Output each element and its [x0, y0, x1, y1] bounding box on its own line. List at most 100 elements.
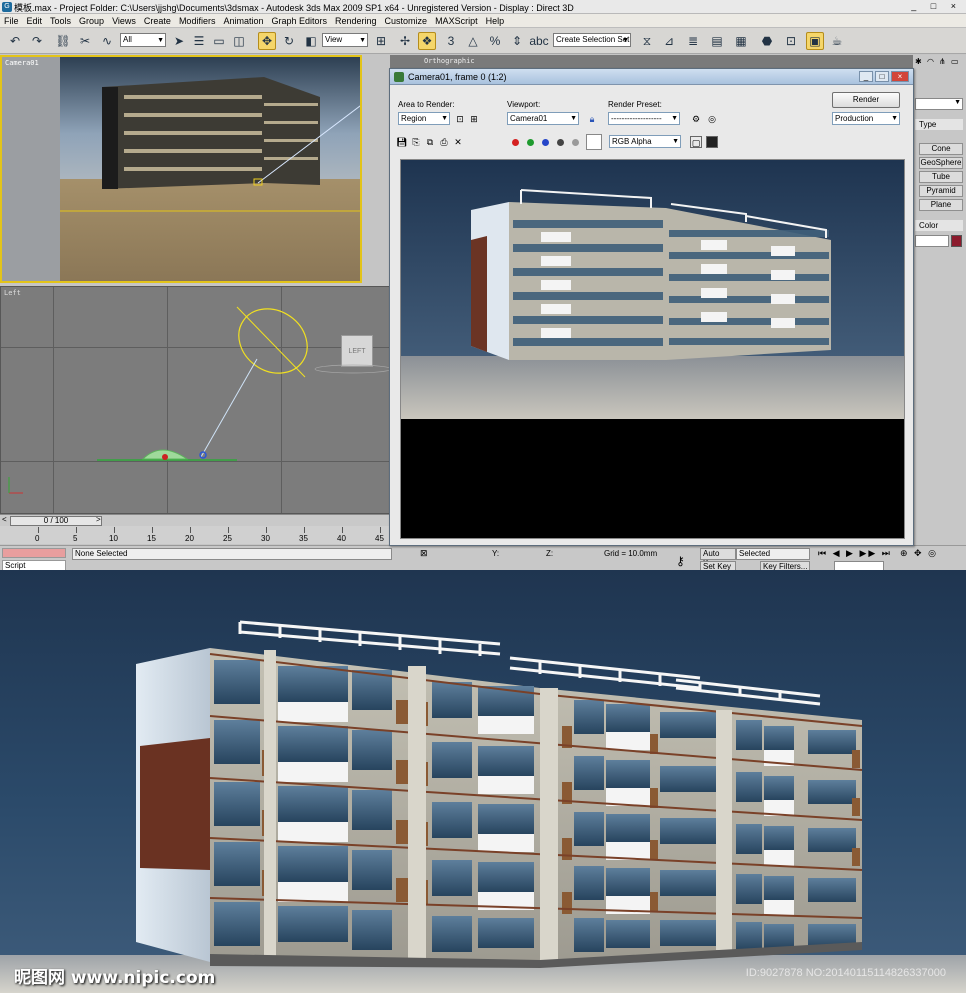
bind-spacewarp-icon[interactable]: ∿: [98, 32, 116, 50]
mirror-icon[interactable]: ⧖: [638, 32, 656, 50]
percent-snap-icon[interactable]: %: [486, 32, 504, 50]
time-slider[interactable]: 0 / 100: [10, 516, 102, 526]
render-setup-icon[interactable]: ⚙: [690, 113, 702, 125]
unlink-icon[interactable]: ✂: [76, 32, 94, 50]
color-swatch[interactable]: [586, 134, 602, 150]
render-button[interactable]: Render: [832, 92, 900, 108]
geosphere-button[interactable]: GeoSphere: [919, 157, 963, 169]
display-channel-dropdown[interactable]: RGB Alpha ▼: [609, 135, 681, 148]
render-window-titlebar[interactable]: Camera01, frame 0 (1:2) _ □ ×: [390, 69, 913, 85]
close-icon[interactable]: ×: [891, 71, 909, 82]
lock-viewport-icon[interactable]: 🔒︎: [586, 113, 598, 125]
toggle-ui-overlay-icon[interactable]: ▢: [690, 136, 702, 148]
key-mode-dropdown[interactable]: Selected: [736, 548, 810, 560]
key-filters-button[interactable]: Key Filters...: [760, 561, 810, 570]
window-controls[interactable]: _ □ ×: [911, 1, 962, 11]
orthographic-viewport-header[interactable]: Orthographic: [390, 55, 913, 69]
cone-button[interactable]: Cone: [919, 143, 963, 155]
modify-tab-icon[interactable]: ◠: [927, 57, 937, 67]
minimize-icon[interactable]: _: [859, 71, 873, 82]
lock-selection-icon[interactable]: ⊠: [420, 548, 428, 559]
rendered-frame-window-icon[interactable]: ▣: [806, 32, 824, 50]
camera-viewport-label[interactable]: Camera01: [5, 59, 39, 67]
monochrome-icon[interactable]: [572, 139, 579, 146]
menu-edit[interactable]: Edit: [23, 14, 47, 28]
menu-tools[interactable]: Tools: [46, 14, 75, 28]
primitive-type-dropdown[interactable]: ▼: [915, 98, 963, 110]
named-selection-dropdown[interactable]: Create Selection Set ▼: [553, 33, 631, 47]
menu-customize[interactable]: Customize: [381, 14, 432, 28]
menu-maxscript[interactable]: MAXScript: [431, 14, 482, 28]
keyboard-shortcut-icon[interactable]: ❖: [418, 32, 436, 50]
angle-snap-icon[interactable]: △: [464, 32, 482, 50]
left-viewport[interactable]: LEFT Left: [0, 286, 390, 514]
orthographic-viewport-label[interactable]: Orthographic: [424, 57, 475, 65]
save-image-icon[interactable]: 💾︎: [396, 136, 408, 148]
render-preset-dropdown[interactable]: ------------------- ▼: [608, 112, 680, 125]
object-type-rollout[interactable]: Type: [915, 119, 963, 130]
track-bar[interactable]: 0 5 10 15 20 25 30 35 40 45: [0, 526, 400, 544]
select-move-icon[interactable]: ✥: [258, 32, 276, 50]
material-editor-icon[interactable]: ⬣: [758, 32, 776, 50]
edit-region-icon[interactable]: ⊡: [454, 113, 466, 125]
reference-coord-dropdown[interactable]: View ▼: [322, 33, 368, 47]
select-scale-icon[interactable]: ◧: [302, 32, 320, 50]
camera-viewport[interactable]: Camera01: [0, 55, 362, 283]
time-next-icon[interactable]: >: [96, 515, 101, 524]
current-frame-field[interactable]: [834, 561, 884, 570]
create-tab-icon[interactable]: ✱: [915, 57, 925, 67]
key-icon[interactable]: ⚷: [676, 554, 685, 568]
time-prev-icon[interactable]: <: [2, 515, 7, 524]
set-key-button[interactable]: Set Key: [700, 561, 736, 570]
render-setup-icon[interactable]: ⊡: [782, 32, 800, 50]
select-object-icon[interactable]: ➤: [170, 32, 188, 50]
tube-button[interactable]: Tube: [919, 171, 963, 183]
menu-rendering[interactable]: Rendering: [331, 14, 381, 28]
menu-modifiers[interactable]: Modifiers: [175, 14, 220, 28]
clear-image-icon[interactable]: ✕: [452, 136, 464, 148]
production-dropdown[interactable]: Production ▼: [832, 112, 900, 125]
blue-channel-icon[interactable]: [542, 139, 549, 146]
playback-controls[interactable]: ⏮ ◀ ▶ ▶▶ ⏭: [818, 548, 892, 559]
spinner-snap-icon[interactable]: ⇕: [508, 32, 526, 50]
manipulate-icon[interactable]: ✢: [396, 32, 414, 50]
pyramid-button[interactable]: Pyramid: [919, 185, 963, 197]
script-field[interactable]: Script: [2, 560, 66, 570]
selection-filter-dropdown[interactable]: All ▼: [120, 33, 166, 47]
auto-key-button[interactable]: Auto Key: [700, 548, 736, 568]
rendered-frame-window[interactable]: Camera01, frame 0 (1:2) _ □ × Area to Re…: [389, 68, 914, 546]
select-rotate-icon[interactable]: ↻: [280, 32, 298, 50]
area-to-render-dropdown[interactable]: Region ▼: [398, 112, 450, 125]
snaps-toggle-icon[interactable]: 3: [442, 32, 460, 50]
auto-region-icon[interactable]: ⊞: [468, 113, 480, 125]
redo-icon[interactable]: ↷: [28, 32, 46, 50]
pivot-center-icon[interactable]: ⊞: [372, 32, 390, 50]
viewport-dropdown[interactable]: Camera01 ▼: [507, 112, 579, 125]
maxscript-listener-mini[interactable]: [2, 548, 66, 558]
select-by-name-icon[interactable]: ☰: [190, 32, 208, 50]
menu-animation[interactable]: Animation: [219, 14, 267, 28]
edit-named-sets-icon[interactable]: abc: [529, 32, 548, 50]
print-image-icon[interactable]: ⎙: [438, 136, 450, 148]
layer-manager-icon[interactable]: ≣: [684, 32, 702, 50]
link-icon[interactable]: ⛓: [54, 32, 72, 50]
window-crossing-icon[interactable]: ◫: [230, 32, 248, 50]
environment-effects-icon[interactable]: ◎: [706, 113, 718, 125]
maximize-icon[interactable]: □: [875, 71, 889, 82]
object-name-field[interactable]: [915, 235, 949, 247]
curve-editor-icon[interactable]: ▤: [708, 32, 726, 50]
toggle-ui-icon[interactable]: [706, 136, 718, 148]
object-color-swatch[interactable]: [951, 235, 962, 247]
viewport-nav-controls[interactable]: ⊕ ✥ ◎: [900, 548, 938, 559]
menu-views[interactable]: Views: [108, 14, 140, 28]
display-tab-icon[interactable]: ▭: [951, 57, 961, 67]
schematic-view-icon[interactable]: ▦: [732, 32, 750, 50]
menu-group[interactable]: Group: [75, 14, 108, 28]
menu-graph-editors[interactable]: Graph Editors: [267, 14, 331, 28]
rect-selection-icon[interactable]: ▭: [210, 32, 228, 50]
left-viewport-label[interactable]: Left: [4, 289, 21, 297]
hierarchy-tab-icon[interactable]: ⋔: [939, 57, 949, 67]
render-production-icon[interactable]: ☕: [828, 32, 846, 50]
name-color-rollout[interactable]: Color: [915, 220, 963, 231]
plane-button[interactable]: Plane: [919, 199, 963, 211]
